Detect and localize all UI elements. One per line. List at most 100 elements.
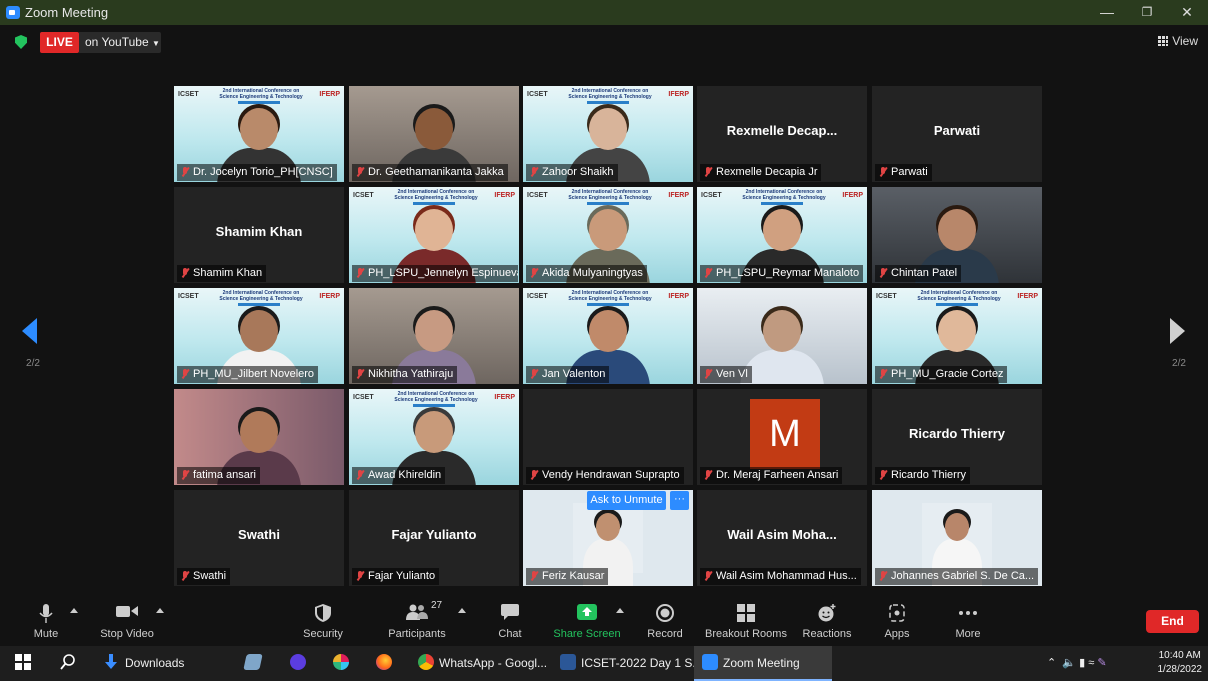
live-platform-dropdown[interactable]: on YouTube ▼: [79, 32, 161, 53]
participant-tile[interactable]: Fajar Yulianto Fajar Yulianto: [349, 490, 519, 586]
participant-name: Awad Khireldin: [368, 469, 442, 481]
chat-bubble-icon: [501, 604, 519, 620]
chat-button[interactable]: Chat: [490, 598, 530, 646]
muted-mic-icon: [530, 167, 538, 178]
muted-mic-icon: [181, 167, 189, 178]
reactions-smiley-icon: [818, 604, 836, 622]
participant-tile[interactable]: ICSET 2nd International Conference on Sci…: [174, 86, 344, 182]
encryption-shield-icon[interactable]: [15, 35, 27, 49]
breakout-rooms-button[interactable]: Breakout Rooms: [704, 598, 788, 646]
participant-tile[interactable]: fatima ansari: [174, 389, 344, 485]
live-platform-label: on YouTube: [85, 35, 149, 49]
taskbar-zoom-label: Zoom Meeting: [723, 656, 800, 670]
end-meeting-button[interactable]: End: [1146, 610, 1199, 633]
taskbar-zoom[interactable]: Zoom Meeting: [694, 646, 832, 681]
security-button[interactable]: Security: [298, 598, 348, 646]
participant-tile[interactable]: Nikhitha Yathiraju: [349, 288, 519, 384]
meeting-top-bar: LIVE on YouTube ▼ View: [0, 25, 1208, 61]
grid-view-icon: [1158, 36, 1169, 46]
participant-display-name: Rexmelle Decap...: [726, 123, 838, 138]
taskbar-downloads[interactable]: Downloads: [103, 646, 184, 681]
participant-name: PH_MU_Gracie Cortez: [891, 368, 1004, 380]
view-button[interactable]: View: [1158, 34, 1198, 48]
taskbar-search-button[interactable]: [60, 646, 76, 681]
participant-tile[interactable]: Wail Asim Moha... Wail Asim Mohammad Hus.…: [697, 490, 867, 586]
participant-name: Feriz Kausar: [542, 570, 605, 582]
arrow-left-icon: [22, 318, 37, 344]
taskbar-word-doc[interactable]: ICSET-2022 Day 1 S...: [560, 646, 702, 681]
participant-name-label: Dr. Jocelyn Torio_PH[CNSC]: [177, 164, 337, 181]
restore-button[interactable]: ❐: [1127, 1, 1167, 23]
minimize-button[interactable]: —: [1087, 1, 1127, 23]
participant-tile[interactable]: ICSET 2nd International Conference on Sci…: [174, 288, 344, 384]
zoom-window: Zoom Meeting — ❐ ✕ LIVE on YouTube ▼ Vie…: [0, 0, 1208, 681]
participant-tile[interactable]: ICSET 2nd International Conference on Sci…: [349, 389, 519, 485]
tile-more-button[interactable]: ···: [670, 491, 689, 510]
taskbar-app-slack[interactable]: [333, 646, 354, 681]
stop-video-button[interactable]: Stop Video: [95, 598, 159, 646]
participant-tile[interactable]: ICSET 2nd International Conference on Sci…: [697, 187, 867, 283]
muted-mic-icon: [704, 571, 712, 582]
mute-button[interactable]: Mute: [25, 598, 67, 646]
participant-tile[interactable]: Shamim Khan Shamim Khan: [174, 187, 344, 283]
participant-tile[interactable]: ICSET 2nd International Conference on Sci…: [349, 187, 519, 283]
reactions-button[interactable]: Reactions: [800, 598, 854, 646]
ask-to-unmute-button[interactable]: Ask to Unmute: [587, 491, 666, 510]
participants-caret-icon[interactable]: [458, 608, 466, 613]
record-button[interactable]: Record: [643, 598, 687, 646]
muted-mic-icon: [181, 571, 189, 582]
more-label: More: [955, 628, 981, 640]
muted-mic-icon: [879, 571, 887, 582]
participant-name-label: PH_LSPU_Jennelyn Espinueva: [352, 265, 518, 282]
participant-tile[interactable]: Chintan Patel: [872, 187, 1042, 283]
close-button[interactable]: ✕: [1167, 1, 1207, 23]
start-button[interactable]: [15, 646, 31, 681]
participant-tile[interactable]: Vendy Hendrawan Suprapto: [523, 389, 693, 485]
participant-tile[interactable]: ICSET 2nd International Conference on Sci…: [523, 86, 693, 182]
share-screen-button[interactable]: Share Screen: [553, 598, 621, 646]
participant-tile[interactable]: ICSET 2nd International Conference on Sci…: [523, 288, 693, 384]
taskbar-clock[interactable]: 10:40 AM 1/28/2022: [1158, 649, 1203, 677]
participant-name: Chintan Patel: [891, 267, 958, 279]
participant-tile[interactable]: Ricardo Thierry Ricardo Thierry: [872, 389, 1042, 485]
participant-tile[interactable]: ICSET 2nd International Conference on Sci…: [872, 288, 1042, 384]
taskbar-app-messenger[interactable]: [290, 646, 311, 681]
video-options-caret-icon[interactable]: [156, 608, 164, 613]
participant-name: Parwati: [891, 166, 928, 178]
participant-name-label: Chintan Patel: [875, 265, 962, 282]
muted-mic-icon: [181, 369, 189, 380]
share-options-caret-icon[interactable]: [616, 608, 624, 613]
previous-page-button[interactable]: 2/2: [18, 318, 48, 378]
participant-name-label: Ven Vl: [700, 366, 752, 383]
taskbar-whatsapp-chrome[interactable]: WhatsApp - Googl...: [418, 646, 547, 681]
tray-chevron-up-icon: ⌃: [1047, 657, 1057, 669]
taskbar-app-firefox[interactable]: [376, 646, 397, 681]
participant-tile[interactable]: ICSET 2nd International Conference on Sci…: [523, 187, 693, 283]
participant-tile[interactable]: Swathi Swathi: [174, 490, 344, 586]
participant-tile[interactable]: Ven Vl: [697, 288, 867, 384]
wifi-icon: ≈: [1088, 657, 1095, 669]
stop-video-label: Stop Video: [100, 628, 154, 640]
next-page-button[interactable]: 2/2: [1164, 318, 1194, 378]
apps-button[interactable]: Apps: [877, 598, 917, 646]
participant-tile[interactable]: Parwati Parwati: [872, 86, 1042, 182]
participant-name-label: Jan Valenton: [526, 366, 610, 383]
firefox-icon: [376, 654, 392, 670]
participant-tile[interactable]: Rexmelle Decap... Rexmelle Decapia Jr: [697, 86, 867, 182]
more-button[interactable]: More: [947, 598, 989, 646]
taskbar-app-files[interactable]: [243, 646, 266, 681]
participant-tile[interactable]: M Dr. Meraj Farheen Ansari: [697, 389, 867, 485]
zoom-app-icon: [6, 6, 20, 19]
muted-mic-icon: [530, 369, 538, 380]
participant-name-label: Dr. Geethamanikanta Jakka: [352, 164, 508, 181]
reactions-label: Reactions: [802, 628, 852, 640]
participant-display-name: Swathi: [238, 527, 280, 542]
audio-options-caret-icon[interactable]: [70, 608, 78, 613]
participant-tile[interactable]: Johannes Gabriel S. De Ca...: [872, 490, 1042, 586]
system-tray[interactable]: ⌃ 🔈 ▮ ≈ ✎: [1047, 646, 1107, 681]
participant-name-label: Parwati: [875, 164, 932, 181]
participant-tile[interactable]: Dr. Geethamanikanta Jakka: [349, 86, 519, 182]
participants-button[interactable]: 27 Participants: [385, 598, 449, 646]
muted-mic-icon: [356, 268, 364, 279]
live-badge[interactable]: LIVE: [40, 32, 79, 53]
